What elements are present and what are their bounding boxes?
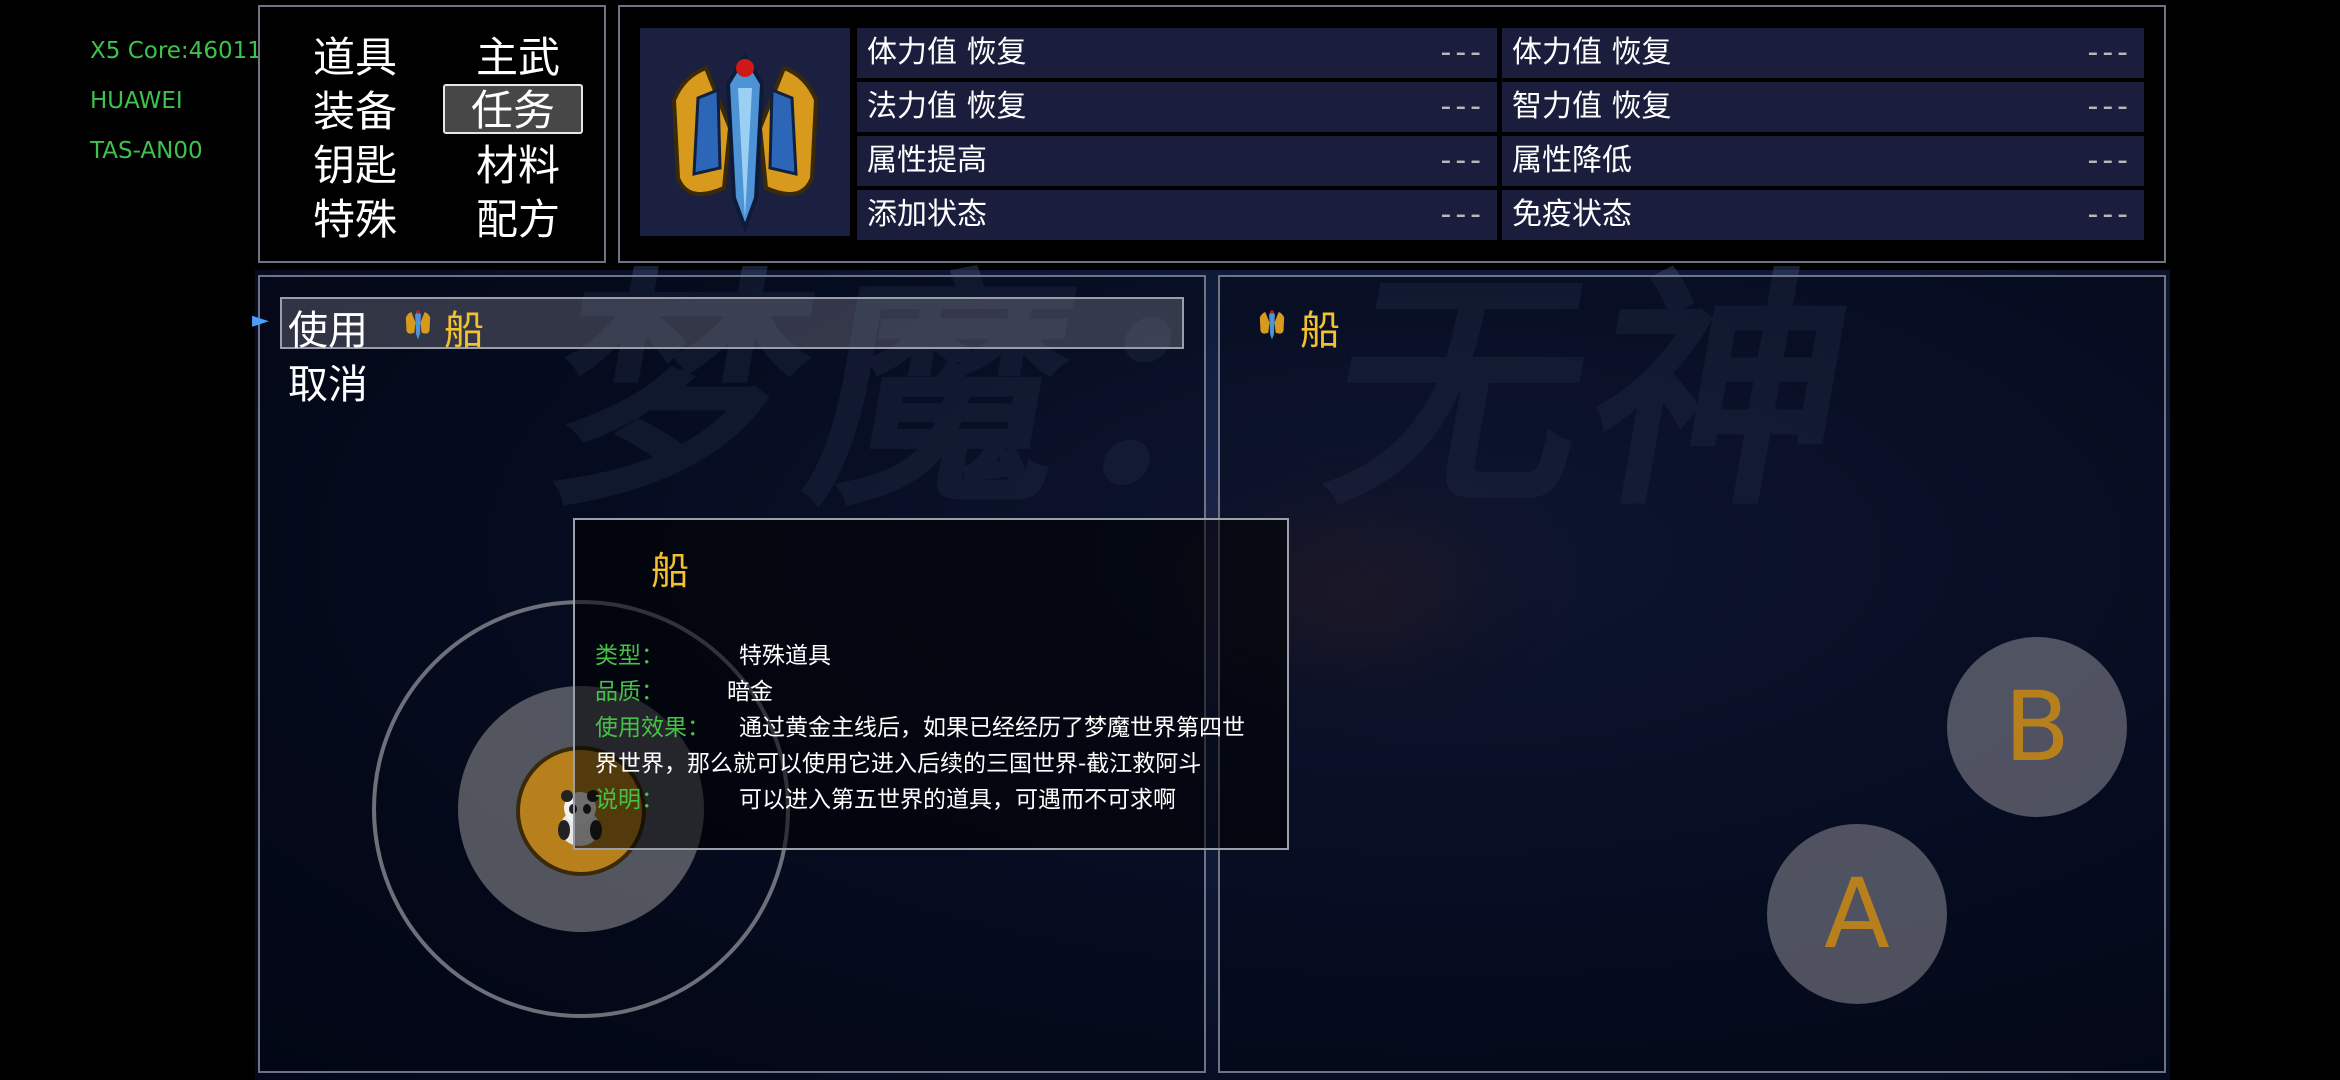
boat-item-icon [671, 52, 819, 234]
tooltip-quality-label: 品质： [595, 679, 664, 705]
stat-label: 智力值 恢复 [1512, 89, 1672, 124]
stat-immune-state: 免疫状态 --- [1502, 190, 2144, 240]
use-command[interactable]: 使用 [288, 298, 368, 356]
stat-label: 免疫状态 [1512, 197, 1632, 232]
category-tab-main-weapon[interactable]: 主武 [448, 33, 588, 83]
stat-label: 属性降低 [1512, 143, 1632, 178]
device-model: TAS-AN00 [90, 138, 203, 164]
tooltip-desc-label: 说明： [595, 787, 664, 813]
stat-stamina-recovery: 体力值 恢复 --- [1502, 28, 2144, 78]
category-tab-quest[interactable]: 任务 [443, 84, 583, 135]
stat-attr-lower: 属性降低 --- [1502, 136, 2144, 186]
boat-list-icon [1259, 309, 1285, 340]
a-button[interactable]: A [1767, 824, 1947, 1004]
tooltip-effect-line2: 界世界，那么就可以使用它进入后续的三国世界-截江救阿斗 [595, 751, 1202, 777]
core-version: X5 Core:46011 [90, 38, 262, 64]
selection-cursor-icon: ► [252, 308, 269, 333]
cancel-command[interactable]: 取消 [288, 352, 368, 410]
stat-value: --- [2087, 143, 2132, 178]
stat-int-recovery: 智力值 恢复 --- [1502, 82, 2144, 132]
stat-label: 法力值 恢复 [867, 89, 1027, 124]
item-tooltip: 船 类型： 特殊道具 品质： 暗金 使用效果： 通过黄金主线后，如果已经经历了梦… [573, 518, 1289, 850]
stat-value: --- [1440, 143, 1485, 178]
category-tab-materials[interactable]: 材料 [448, 141, 588, 191]
category-tab-special[interactable]: 特殊 [285, 195, 425, 245]
list-item-boat[interactable]: 船 [1300, 298, 1340, 356]
tooltip-desc-value: 可以进入第五世界的道具，可遇而不可求啊 [739, 787, 1176, 813]
stat-value: --- [1440, 197, 1485, 232]
item-icon-frame [640, 28, 850, 236]
stat-label: 添加状态 [867, 197, 987, 232]
tooltip-type-value: 特殊道具 [739, 643, 831, 669]
category-tab-recipes[interactable]: 配方 [448, 195, 588, 245]
category-tab-keys[interactable]: 钥匙 [285, 141, 425, 191]
category-panel: 道具 主武 装备 任务 钥匙 材料 特殊 配方 [258, 5, 606, 263]
b-button[interactable]: B [1947, 637, 2127, 817]
system-info: X5 Core:46011 HUAWEI TAS-AN00 [90, 26, 262, 176]
stat-value: --- [1440, 89, 1485, 124]
stat-label: 体力值 恢复 [1512, 35, 1672, 70]
tooltip-effect-line1: 通过黄金主线后，如果已经经历了梦魔世界第四世 [739, 715, 1245, 741]
stat-hp-recovery: 体力值 恢复 --- [857, 28, 1497, 78]
stat-value: --- [2087, 89, 2132, 124]
stat-value: --- [2087, 35, 2132, 70]
stat-value: --- [1440, 35, 1485, 70]
tooltip-quality-value: 暗金 [727, 679, 773, 705]
tooltip-type-label: 类型： [595, 643, 664, 669]
stat-mp-recovery: 法力值 恢复 --- [857, 82, 1497, 132]
tooltip-effect-label: 使用效果： [595, 715, 710, 741]
tooltip-title: 船 [651, 549, 690, 593]
stat-label: 体力值 恢复 [867, 35, 1027, 70]
device-brand: HUAWEI [90, 88, 183, 114]
selected-item-name: 船 [444, 308, 484, 354]
category-tab-items[interactable]: 道具 [285, 33, 425, 83]
boat-small-icon [405, 309, 431, 340]
stat-attr-raise: 属性提高 --- [857, 136, 1497, 186]
stat-label: 属性提高 [867, 143, 987, 178]
stat-value: --- [2087, 197, 2132, 232]
stat-add-state: 添加状态 --- [857, 190, 1497, 240]
category-tab-equipment[interactable]: 装备 [285, 87, 425, 137]
